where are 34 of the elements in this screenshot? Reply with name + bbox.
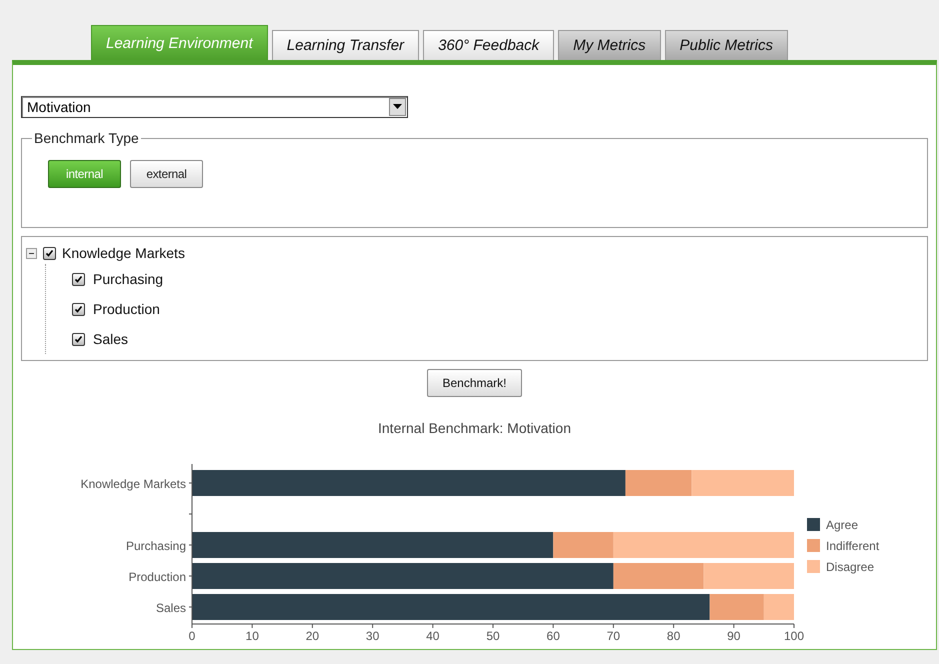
tick-label: 60 <box>546 629 560 643</box>
tick-label: 0 <box>188 629 196 643</box>
tree-item[interactable]: Sales <box>93 331 128 347</box>
checkbox[interactable] <box>43 246 56 260</box>
axis-label: Purchasing <box>126 539 186 553</box>
dropdown[interactable]: Motivation <box>21 96 408 118</box>
tick-label: 70 <box>606 629 620 643</box>
tree-item[interactable]: Knowledge Markets <box>62 245 185 261</box>
tree-item[interactable]: Purchasing <box>93 271 164 287</box>
toggle-button[interactable]: external <box>130 160 203 188</box>
tick-label: 50 <box>486 629 500 643</box>
axis-label: Sales <box>156 601 186 615</box>
checkbox[interactable] <box>72 272 85 286</box>
checkbox[interactable] <box>72 302 85 316</box>
group-label: Benchmark Type <box>33 130 140 146</box>
collapse-icon[interactable] <box>26 248 37 258</box>
tab[interactable]: Learning Transfer <box>272 30 420 60</box>
tick-label: 40 <box>426 629 440 643</box>
tick-label: 80 <box>666 629 680 643</box>
chart-title: Internal Benchmark: Motivation <box>377 420 572 436</box>
checkbox[interactable] <box>72 332 85 346</box>
benchmark-button[interactable]: Benchmark! <box>427 369 522 397</box>
tick-label: 90 <box>727 629 740 643</box>
tree-item[interactable]: Production <box>93 301 160 317</box>
tick-label: 10 <box>246 629 259 643</box>
tick-label: 100 <box>784 629 804 643</box>
tick-label: 20 <box>306 629 320 643</box>
legend-label: Indifferent <box>826 539 880 553</box>
axis-label: Production <box>128 570 186 584</box>
axis-label: Knowledge Markets <box>80 477 186 491</box>
legend-label: Disagree <box>826 560 874 574</box>
tick-label: 30 <box>366 629 380 643</box>
tab[interactable]: 360° Feedback <box>423 30 554 60</box>
legend-label: Agree <box>826 518 858 532</box>
